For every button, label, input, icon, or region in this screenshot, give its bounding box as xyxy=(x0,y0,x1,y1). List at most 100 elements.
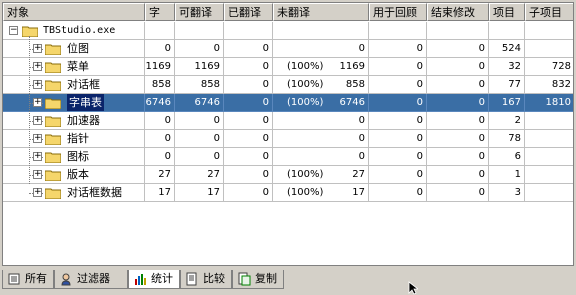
object-name: 对话框数据 xyxy=(67,186,122,199)
object-name: 对话框 xyxy=(67,78,100,91)
col-header-translated[interactable]: 已翻译 xyxy=(224,3,273,21)
table-row[interactable]: + 指针 0 0 0 0 0 0 78 xyxy=(3,130,573,148)
value-cell-yi: 0 xyxy=(224,130,273,148)
table-row[interactable]: + 字串表 6746 6746 0 (100%) 6746 0 0 167 1810 xyxy=(3,94,573,112)
col-header-finish[interactable]: 结束修改 xyxy=(427,3,489,21)
untranslated-count: 0 xyxy=(358,115,365,126)
object-cell[interactable]: + 版本 xyxy=(3,166,145,184)
collapse-icon[interactable]: − xyxy=(9,26,18,35)
table-row[interactable]: + 对话框 858 858 0 (100%) 858 0 0 77 832 xyxy=(3,76,573,94)
object-cell[interactable]: + 图标 xyxy=(3,148,145,166)
expand-icon[interactable]: + xyxy=(33,152,42,161)
expand-icon[interactable]: + xyxy=(33,80,42,89)
value-cell-wei: (100%) 858 xyxy=(273,76,369,94)
value-cell-sub xyxy=(525,112,573,130)
untranslated-count: 0 xyxy=(358,133,365,144)
value-cell-sub xyxy=(525,166,573,184)
value-cell-yi: 0 xyxy=(224,40,273,58)
tree-line xyxy=(29,36,30,184)
col-header-object[interactable]: 对象 xyxy=(3,3,145,21)
value-cell-ke: 0 xyxy=(175,148,224,166)
table-row[interactable]: + 对话框数据 17 17 0 (100%) 17 0 0 3 xyxy=(3,184,573,202)
object-cell[interactable]: + 对话框 xyxy=(3,76,145,94)
folder-icon xyxy=(45,44,61,55)
tab-label: 过滤器 xyxy=(77,272,110,285)
object-cell[interactable]: + 对话框数据 xyxy=(3,184,145,202)
statistics-grid[interactable]: 对象 字 可翻译 已翻译 未翻译 用于回顾 结束修改 项目 子项目 − TBSt… xyxy=(2,2,574,266)
object-name: 图标 xyxy=(67,150,89,163)
value-cell-review: 0 xyxy=(369,76,427,94)
table-row[interactable]: + 菜单 1169 1169 0 (100%) 1169 0 0 32 728 xyxy=(3,58,573,76)
value-cell-item: 524 xyxy=(489,40,525,58)
value-cell-ke: 1169 xyxy=(175,58,224,76)
value-cell-ke: 0 xyxy=(175,40,224,58)
expand-icon[interactable]: + xyxy=(33,116,42,125)
untranslated-count: 1169 xyxy=(339,61,365,72)
folder-icon xyxy=(45,170,61,181)
untranslated-count: 0 xyxy=(358,43,365,54)
table-row[interactable]: + 版本 27 27 0 (100%) 27 0 0 1 xyxy=(3,166,573,184)
value-cell-ke: 0 xyxy=(175,130,224,148)
col-header-chars[interactable]: 字 xyxy=(145,3,175,21)
value-cell-review: 0 xyxy=(369,112,427,130)
untranslated-percent: (100%) xyxy=(287,61,324,72)
object-cell[interactable]: + 指针 xyxy=(3,130,145,148)
untranslated-count: 0 xyxy=(358,151,365,162)
value-cell-sub xyxy=(525,148,573,166)
expand-icon[interactable]: + xyxy=(33,62,42,71)
value-cell-item: 78 xyxy=(489,130,525,148)
copy-icon xyxy=(238,272,251,286)
value-cell-review: 0 xyxy=(369,94,427,112)
value-cell-finish: 0 xyxy=(427,94,489,112)
col-header-items[interactable]: 项目 xyxy=(489,3,525,21)
expand-icon[interactable]: + xyxy=(33,170,42,179)
tab-bar-chart[interactable]: 统计 xyxy=(128,270,180,289)
folder-icon xyxy=(45,152,61,163)
expand-icon[interactable]: + xyxy=(33,98,42,107)
value-cell-yi: 0 xyxy=(224,58,273,76)
tab-filter[interactable]: 过滤器 xyxy=(54,270,128,289)
untranslated-count: 17 xyxy=(352,187,365,198)
value-cell-wei: (100%) 1169 xyxy=(273,58,369,76)
expand-icon[interactable]: + xyxy=(33,188,42,197)
value-cell-review: 0 xyxy=(369,130,427,148)
table-row[interactable]: + 图标 0 0 0 0 0 0 6 xyxy=(3,148,573,166)
col-header-untranslated[interactable]: 未翻译 xyxy=(273,3,369,21)
value-cell-finish: 0 xyxy=(427,58,489,76)
col-header-review[interactable]: 用于回顾 xyxy=(369,3,427,21)
value-cell-yi: 0 xyxy=(224,76,273,94)
value-cell-zi: 858 xyxy=(145,76,175,94)
object-cell[interactable]: + 加速器 xyxy=(3,112,145,130)
col-header-subitems[interactable]: 子项目 xyxy=(525,3,573,21)
value-cell-zi: 0 xyxy=(145,112,175,130)
value-cell-wei: (100%) 27 xyxy=(273,166,369,184)
expand-icon[interactable]: + xyxy=(33,134,42,143)
object-cell[interactable]: + 菜单 xyxy=(3,58,145,76)
folder-icon xyxy=(45,98,61,109)
object-cell[interactable]: + 位图 xyxy=(3,40,145,58)
value-cell-review: 0 xyxy=(369,40,427,58)
table-row[interactable]: + 加速器 0 0 0 0 0 0 2 xyxy=(3,112,573,130)
value-cell-finish: 0 xyxy=(427,76,489,94)
tab-list[interactable]: 所有 xyxy=(2,270,54,289)
value-cell-sub: 832 xyxy=(525,76,573,94)
untranslated-percent: (100%) xyxy=(287,97,324,108)
col-header-translatable[interactable]: 可翻译 xyxy=(175,3,224,21)
value-cell-finish: 0 xyxy=(427,112,489,130)
value-cell-finish: 0 xyxy=(427,148,489,166)
untranslated-percent: (100%) xyxy=(287,79,324,90)
tab-copy[interactable]: 复制 xyxy=(232,270,284,289)
tab-compare[interactable]: 比较 xyxy=(180,270,232,289)
table-row-root[interactable]: − TBStudio.exe xyxy=(3,22,573,40)
value-cell-yi: 0 xyxy=(224,94,273,112)
object-cell[interactable]: + 字串表 xyxy=(3,94,145,112)
value-cell-item: 2 xyxy=(489,112,525,130)
tab-label: 统计 xyxy=(151,272,173,285)
value-cell-yi: 0 xyxy=(224,112,273,130)
table-row[interactable]: + 位图 0 0 0 0 0 0 524 xyxy=(3,40,573,58)
value-cell-zi: 6746 xyxy=(145,94,175,112)
object-name: 菜单 xyxy=(67,60,89,73)
filter-icon xyxy=(61,273,71,286)
root-label: TBStudio.exe xyxy=(43,25,116,36)
expand-icon[interactable]: + xyxy=(33,44,42,53)
